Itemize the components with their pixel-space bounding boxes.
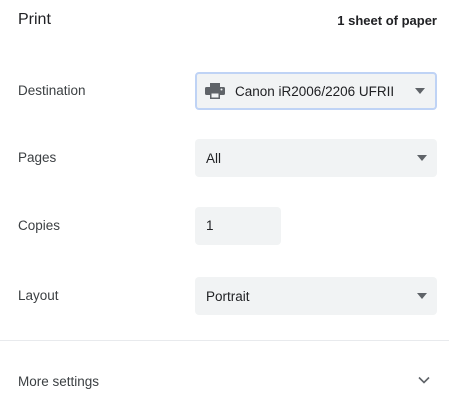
pages-select[interactable]: All (195, 139, 437, 177)
more-settings-toggle[interactable]: More settings (0, 366, 449, 406)
dropdown-caret-icon (417, 155, 427, 161)
pages-row: Pages All (0, 138, 449, 178)
print-header: Print 1 sheet of paper (18, 8, 437, 32)
destination-label: Destination (18, 83, 86, 98)
printer-icon (205, 83, 225, 99)
page-title: Print (18, 11, 51, 28)
dropdown-caret-icon (415, 88, 425, 94)
layout-label: Layout (18, 288, 59, 303)
divider (0, 340, 449, 341)
chevron-down-icon (418, 376, 430, 384)
layout-select[interactable]: Portrait (195, 277, 437, 315)
layout-value: Portrait (206, 288, 250, 304)
sheet-count: 1 sheet of paper (337, 12, 437, 28)
destination-select[interactable]: Canon iR2006/2206 UFRII (195, 72, 437, 110)
copies-row: Copies 1 (0, 206, 449, 246)
more-settings-label: More settings (18, 374, 100, 389)
destination-value: Canon iR2006/2206 UFRII (235, 83, 395, 99)
layout-row: Layout Portrait (0, 276, 449, 316)
copies-label: Copies (18, 218, 61, 233)
pages-label: Pages (18, 150, 57, 165)
pages-value: All (206, 150, 222, 166)
destination-row: Destination Canon iR2006/2206 UFRII (0, 71, 449, 111)
copies-input[interactable]: 1 (195, 207, 281, 245)
dropdown-caret-icon (417, 293, 427, 299)
